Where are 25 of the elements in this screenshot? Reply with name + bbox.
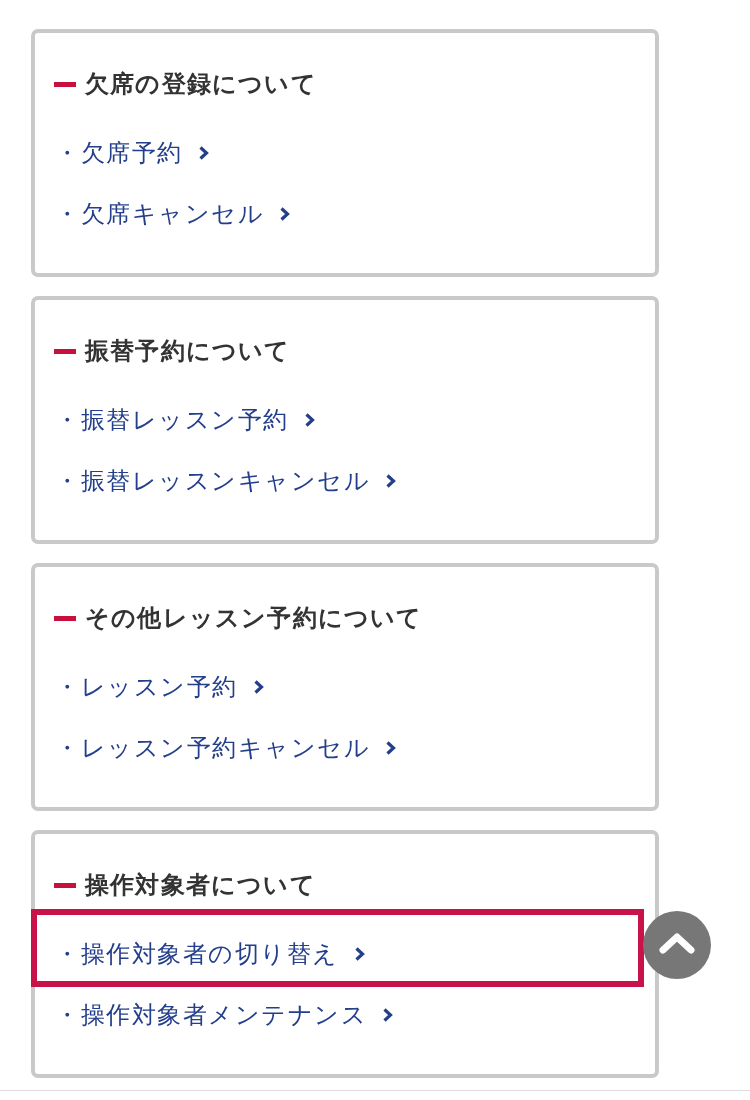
chevron-right-icon — [383, 1007, 393, 1022]
menu-link[interactable]: ・振替レッスン予約 — [55, 403, 315, 436]
chevron-right-icon — [386, 473, 396, 488]
dash-icon — [54, 81, 76, 87]
menu-link[interactable]: ・操作対象者の切り替え — [55, 937, 365, 970]
section-heading: 操作対象者について — [85, 870, 316, 901]
menu-link[interactable]: ・レッスン予約 — [55, 670, 264, 703]
menu-link[interactable]: ・レッスン予約キャンセル — [55, 731, 396, 764]
menu-link[interactable]: ・欠席予約 — [55, 136, 209, 169]
chevron-up-icon — [659, 932, 695, 954]
section-heading: 振替予約について — [85, 336, 291, 367]
menu-link[interactable]: ・操作対象者メンテナンス — [55, 998, 393, 1031]
chevron-right-icon — [386, 740, 396, 755]
chevron-right-icon — [354, 946, 365, 961]
dash-icon — [54, 615, 76, 621]
menu-link[interactable]: ・振替レッスンキャンセル — [55, 464, 396, 497]
chevron-right-icon — [280, 206, 290, 221]
menu-link[interactable]: ・欠席キャンセル — [55, 197, 290, 230]
chevron-right-icon — [304, 412, 315, 427]
chevron-right-icon — [253, 679, 264, 694]
dash-icon — [54, 348, 76, 354]
section-heading: 欠席の登録について — [85, 69, 317, 100]
dash-icon — [54, 882, 76, 888]
chevron-right-icon — [198, 145, 209, 160]
section-heading: その他レッスン予約について — [85, 603, 423, 634]
